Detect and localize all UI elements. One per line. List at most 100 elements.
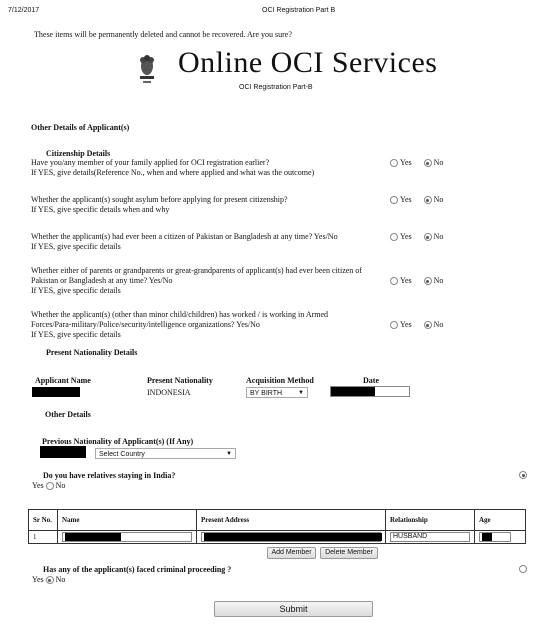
question-text-line: Pakistan or Bangladesh at any time? Yes/… bbox=[31, 276, 173, 285]
citizenship-heading: Citizenship Details bbox=[46, 149, 111, 158]
row-name-cell bbox=[57, 530, 197, 544]
submit-button[interactable]: Submit bbox=[214, 601, 373, 617]
relatives-extra-radio[interactable] bbox=[519, 470, 529, 480]
yes-label: Yes bbox=[400, 158, 412, 167]
table-row: 1 HUSBAND bbox=[28, 530, 526, 544]
yes-radio[interactable] bbox=[390, 321, 398, 330]
citizenship-question: Whether either of parents or grandparent… bbox=[31, 266, 386, 296]
redacted-member-age bbox=[482, 533, 492, 541]
citizenship-question: Whether the applicant(s) sought asylum b… bbox=[31, 195, 386, 215]
row-sr: 1 bbox=[28, 530, 58, 544]
criminal-question: Has any of the applicant(s) faced crimin… bbox=[43, 565, 232, 574]
yes-radio[interactable] bbox=[390, 233, 398, 242]
brand-subtitle: OCI Registration Part-B bbox=[239, 84, 313, 91]
no-radio[interactable] bbox=[423, 321, 432, 330]
header-present-address: Present Address bbox=[196, 509, 386, 531]
country-select[interactable]: Select Country ▼ bbox=[95, 448, 236, 459]
col-acquisition-method: Acquisition Method bbox=[246, 376, 314, 385]
yes-no-options: Yes No bbox=[390, 320, 444, 330]
criminal-extra-radio[interactable] bbox=[519, 564, 529, 574]
member-name-input[interactable] bbox=[62, 532, 192, 542]
yes-radio[interactable] bbox=[390, 159, 398, 168]
row-address-cell bbox=[196, 530, 386, 544]
header-sr-no: Sr No. bbox=[28, 509, 58, 531]
col-present-nationality: Present Nationality bbox=[147, 376, 213, 385]
question-text-line: Whether the applicant(s) had ever been a… bbox=[31, 232, 338, 241]
no-label: No bbox=[433, 276, 444, 285]
question-text-line: Whether either of parents or grandparent… bbox=[31, 266, 362, 275]
member-relationship-input[interactable]: HUSBAND bbox=[390, 532, 470, 542]
acquisition-method-select[interactable]: BY BIRTH ▼ bbox=[246, 387, 308, 398]
col-date: Date bbox=[363, 376, 379, 385]
question-text-line: If YES, give specific details when and w… bbox=[31, 205, 170, 214]
national-emblem-icon bbox=[136, 52, 158, 84]
criminal-options: Yes No bbox=[32, 575, 66, 585]
header-relationship: Relationship bbox=[385, 509, 475, 531]
criminal-no-label: No bbox=[55, 575, 66, 584]
relatives-question: Do you have relatives staying in India? bbox=[43, 471, 176, 480]
redacted-previous-nationality-name bbox=[40, 446, 86, 458]
brand-title: Online OCI Services bbox=[178, 46, 438, 79]
no-radio[interactable] bbox=[423, 159, 432, 168]
relatives-options: Yes No bbox=[32, 481, 66, 491]
nationality-heading: Present Nationality Details bbox=[46, 348, 138, 357]
yes-label: Yes bbox=[400, 195, 412, 204]
yes-radio[interactable] bbox=[390, 196, 398, 205]
yes-no-options: Yes No bbox=[390, 276, 444, 286]
members-table: Sr No. Name Present Address Relationship… bbox=[28, 509, 526, 544]
no-label: No bbox=[433, 320, 444, 329]
yes-no-options: Yes No bbox=[390, 158, 444, 168]
header-name: Name bbox=[57, 509, 197, 531]
print-title: OCI Registration Part B bbox=[262, 7, 336, 14]
col-applicant-name: Applicant Name bbox=[35, 376, 91, 385]
citizenship-question: Whether the applicant(s) had ever been a… bbox=[31, 232, 386, 252]
citizenship-question: Have you/any member of your family appli… bbox=[31, 158, 386, 178]
question-text-line: Whether the applicant(s) sought asylum b… bbox=[31, 195, 288, 204]
row-relationship-cell: HUSBAND bbox=[385, 530, 475, 544]
redacted-date bbox=[331, 387, 375, 396]
member-address-input[interactable] bbox=[201, 532, 382, 542]
section-title: Other Details of Applicant(s) bbox=[31, 123, 130, 132]
question-text-line: Whether the applicant(s) (other than min… bbox=[31, 310, 329, 319]
redacted-applicant-name bbox=[32, 387, 80, 397]
yes-radio[interactable] bbox=[390, 277, 398, 286]
yes-label: Yes bbox=[400, 320, 412, 329]
chevron-down-icon: ▼ bbox=[226, 451, 232, 457]
no-radio[interactable] bbox=[423, 233, 432, 242]
header-age: Age bbox=[474, 509, 526, 531]
criminal-no-radio[interactable] bbox=[45, 576, 54, 585]
confirm-text: These items will be permanently deleted … bbox=[34, 30, 292, 39]
date-input[interactable] bbox=[330, 386, 410, 397]
yes-label: Yes bbox=[400, 232, 412, 241]
question-text-line: If YES, give specific details bbox=[31, 286, 121, 295]
no-radio[interactable] bbox=[423, 196, 432, 205]
nationality-value: INDONESIA bbox=[147, 388, 191, 397]
row-age-cell bbox=[474, 530, 526, 544]
redacted-member-name bbox=[65, 533, 121, 541]
yes-no-options: Yes No bbox=[390, 195, 444, 205]
no-label: No bbox=[433, 195, 444, 204]
delete-member-button[interactable]: Delete Member bbox=[320, 547, 378, 559]
question-text-line: If YES, give details(Reference No., when… bbox=[31, 168, 315, 177]
other-details-heading: Other Details bbox=[45, 410, 91, 419]
question-text-line: Have you/any member of your family appli… bbox=[31, 158, 270, 167]
country-select-value: Select Country bbox=[99, 451, 145, 458]
criminal-yes-label: Yes bbox=[32, 575, 44, 584]
no-label: No bbox=[433, 232, 444, 241]
acquisition-method-value: BY BIRTH bbox=[250, 390, 283, 397]
member-age-input[interactable] bbox=[479, 532, 511, 542]
no-radio[interactable] bbox=[423, 277, 432, 286]
relatives-yes-label: Yes bbox=[32, 481, 44, 490]
citizenship-question: Whether the applicant(s) (other than min… bbox=[31, 310, 386, 340]
no-label: No bbox=[433, 158, 444, 167]
chevron-down-icon: ▼ bbox=[298, 390, 304, 396]
previous-nationality-label: Previous Nationality of Applicant(s) (If… bbox=[42, 437, 194, 446]
add-member-button[interactable]: Add Member bbox=[267, 547, 316, 559]
yes-label: Yes bbox=[400, 276, 412, 285]
print-date: 7/12/2017 bbox=[8, 7, 40, 14]
yes-no-options: Yes No bbox=[390, 232, 444, 242]
relatives-no-radio[interactable] bbox=[45, 482, 54, 491]
question-text-line: If YES, give specific details bbox=[31, 330, 121, 339]
relatives-no-label: No bbox=[55, 481, 66, 490]
question-text-line: Forces/Para-military/Police/security/int… bbox=[31, 320, 260, 329]
